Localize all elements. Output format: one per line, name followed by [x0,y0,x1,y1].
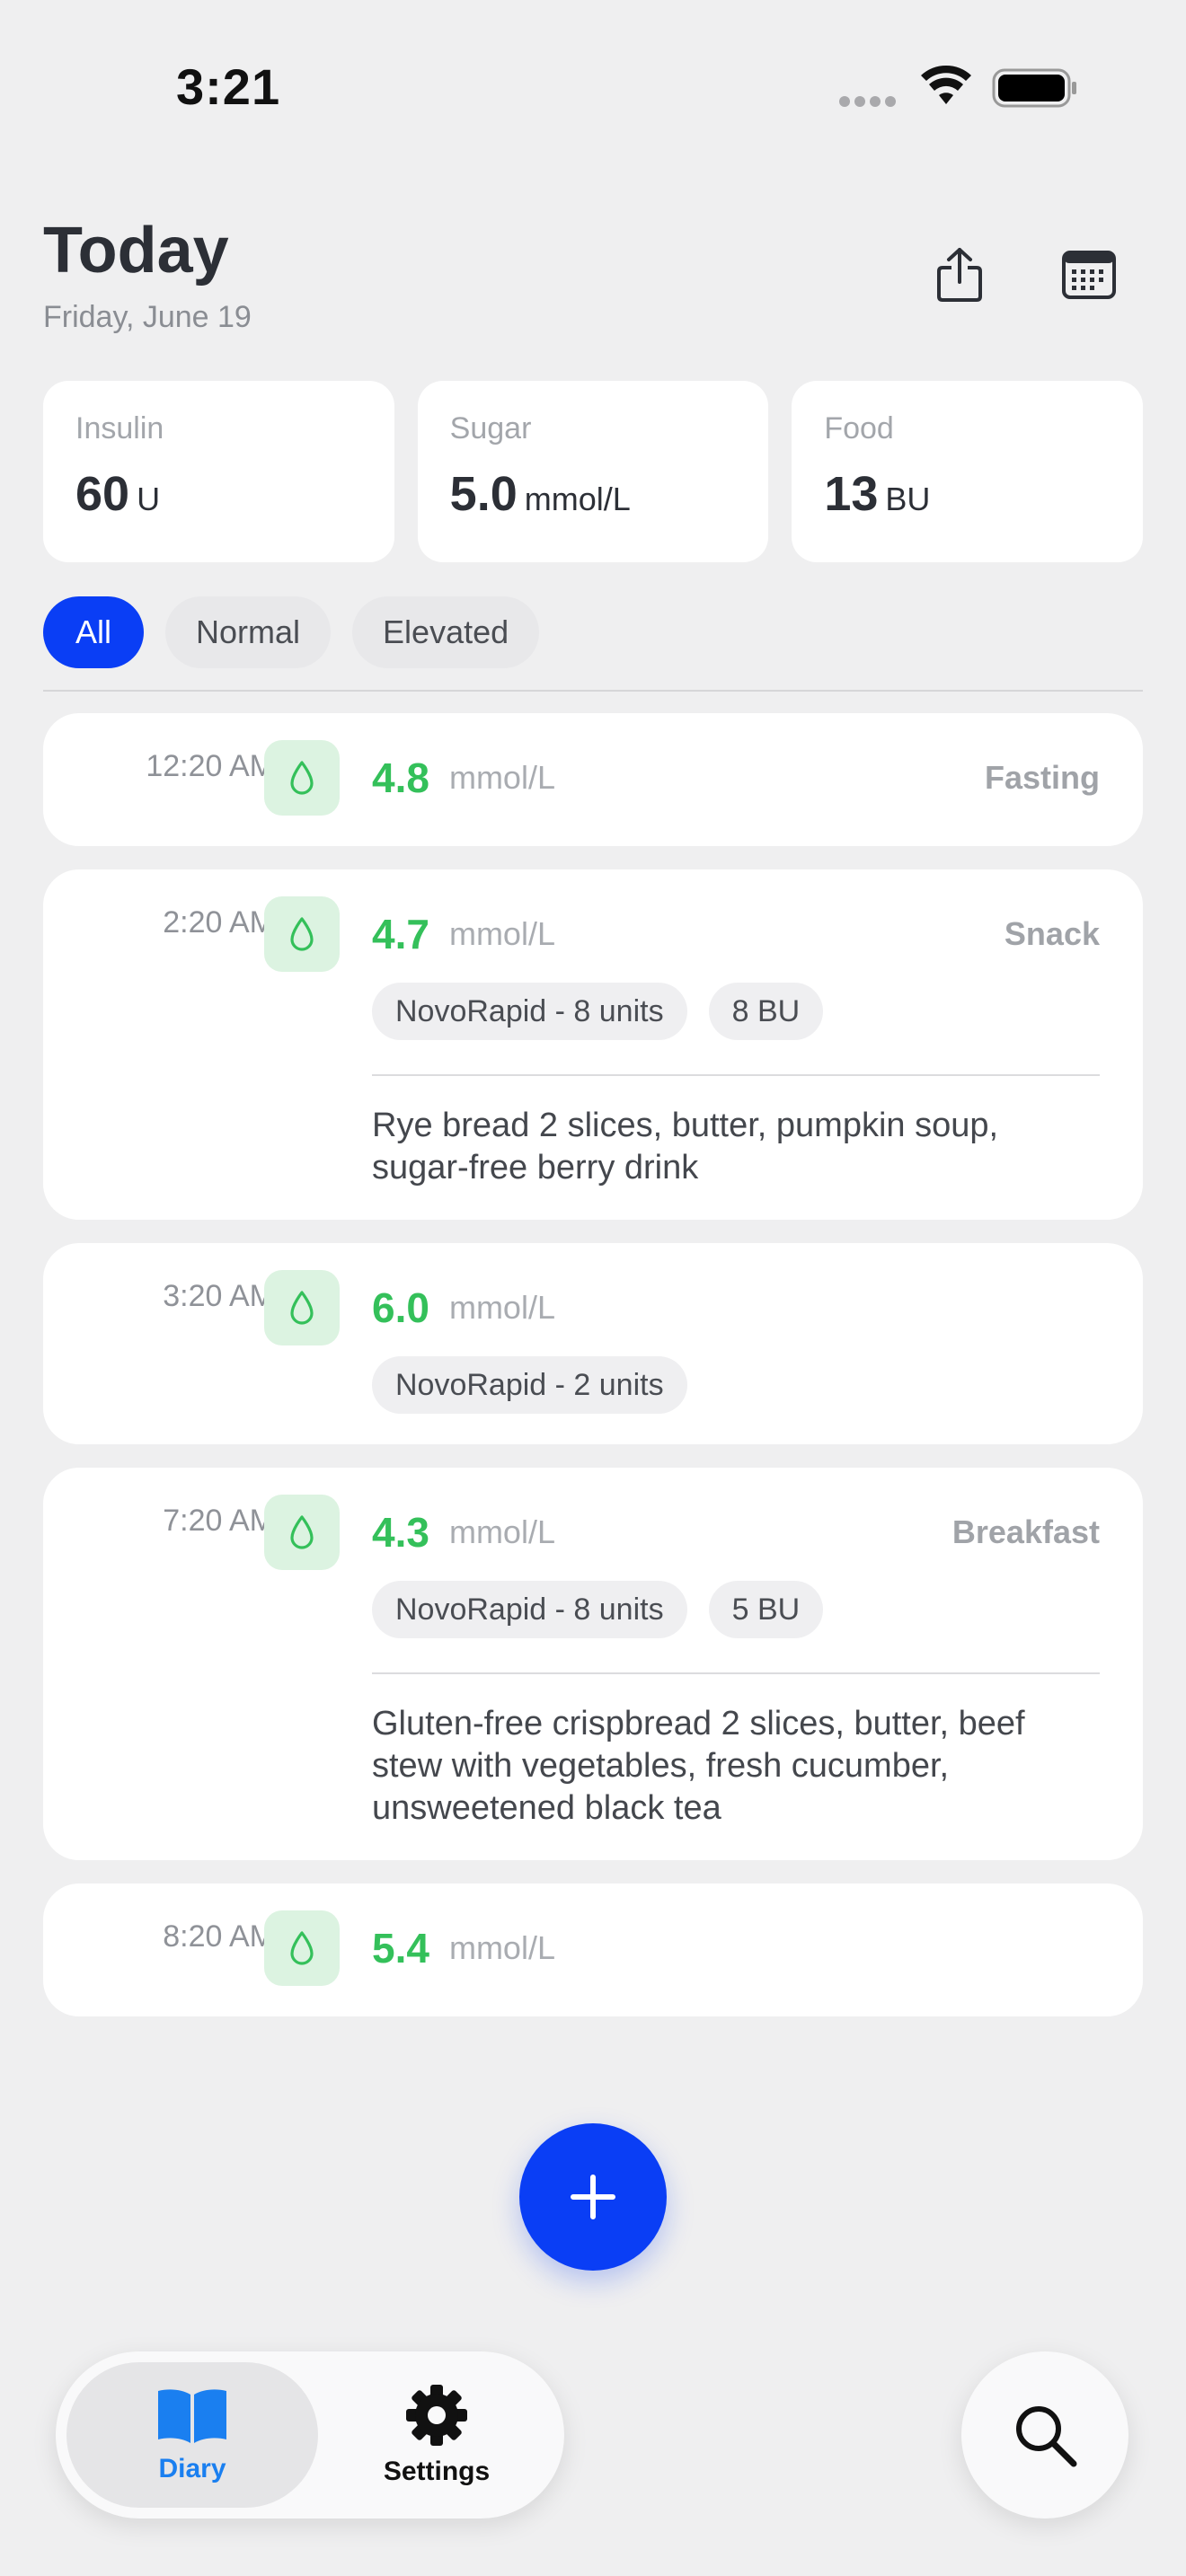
status-bar: 3:21 [0,0,1186,180]
meal-tag: Breakfast [951,1513,1100,1550]
plus-icon [571,2175,615,2219]
insulin-pill: NovoRapid - 2 units [372,1356,687,1414]
glucose-value: 4.7 [372,911,429,957]
entry-time: 12:20 AM [146,749,275,783]
tab-diary[interactable]: Diary [66,2362,318,2508]
summary-label: Sugar [449,411,532,446]
diary-entry[interactable]: 2:20 AM 4.7 mmol/L Snack NovoRapid - 8 u… [43,869,1143,1220]
food-summary-card: Food 13 BU [792,381,1144,562]
glucose-unit: mmol/L [448,1289,555,1326]
search-icon [1016,2406,1077,2467]
insulin-pill: NovoRapid - 8 units [372,983,687,1040]
search-button[interactable] [961,2351,1128,2519]
summary-unit: BU [885,481,931,517]
bread-units-pill: 8 BU [708,983,824,1040]
diary-entry[interactable]: 8:20 AM 5.4 mmol/L [43,1883,1143,2016]
cellular-signal-icon [839,95,902,107]
blood-drop-icon [264,896,340,972]
tab-label: Settings [383,2457,491,2486]
sugar-summary-card: Sugar 5.0 mmol/L [417,381,769,562]
glucose-value: 4.3 [372,1509,429,1556]
filter-chips: All Normal Elevated [43,596,540,668]
share-button[interactable] [925,241,994,309]
diary-entry[interactable]: 7:20 AM 4.3 mmol/L Breakfast NovoRapid -… [43,1468,1143,1860]
food-note: Rye bread 2 slices, butter, pumpkin soup… [372,1107,999,1187]
filter-all[interactable]: All [43,596,145,668]
entry-divider [372,1074,1100,1076]
blood-drop-icon [264,740,340,816]
meal-tag: Snack [1004,915,1100,952]
glucose-value: 6.0 [372,1284,429,1331]
diary-entry[interactable]: 12:20 AM 4.8 mmol/L Fasting [43,713,1143,846]
summary-label: Food [824,411,894,446]
glucose-unit: mmol/L [448,915,555,952]
glucose-unit: mmol/L [448,1929,555,1966]
diary-entry[interactable]: 3:20 AM 6.0 mmol/L NovoRapid - 2 units [43,1243,1143,1444]
entry-time: 3:20 AM [163,1279,275,1313]
summary-cards: Insulin 60 U Sugar 5.0 mmol/L Food 13 BU [43,381,1144,562]
entry-time: 8:20 AM [163,1919,275,1954]
summary-label: Insulin [75,411,164,446]
glucose-unit: mmol/L [448,1513,555,1550]
calendar-button[interactable] [1055,241,1123,309]
sugar-average: 5.0 [449,467,518,521]
blood-drop-icon [264,1910,340,1986]
insulin-pill: NovoRapid - 8 units [372,1581,687,1638]
wifi-icon [921,65,971,104]
page-title: Today [43,215,229,287]
blood-drop-icon [264,1270,340,1345]
tab-label: Diary [158,2454,226,2483]
filter-normal[interactable]: Normal [165,596,332,668]
tab-settings[interactable]: Settings [311,2362,562,2508]
filter-elevated[interactable]: Elevated [352,596,540,668]
summary-value: 60 U [75,466,362,522]
gear-icon [406,2385,467,2446]
summary-unit: U [137,481,161,517]
tab-bar: Diary Settings [56,2351,564,2519]
battery-icon [992,68,1076,108]
entry-divider [372,1672,1100,1674]
page-date: Friday, June 19 [43,300,252,334]
food-note: Gluten-free crispbread 2 slices, butter,… [372,1705,1025,1827]
summary-unit: mmol/L [524,481,631,517]
glucose-value: 5.4 [372,1925,429,1972]
status-time: 3:21 [176,58,281,115]
diary-entries: 12:20 AM 4.8 mmol/L Fasting 2:20 AM 4.7 … [43,713,1143,2040]
summary-value: 13 BU [824,466,1111,522]
glucose-value: 4.8 [372,754,429,801]
divider [43,690,1143,692]
entry-time: 7:20 AM [163,1504,275,1538]
meal-tag: Fasting [984,759,1100,796]
food-total: 13 [824,467,879,521]
blood-drop-icon [264,1495,340,1570]
insulin-summary-card: Insulin 60 U [43,381,394,562]
add-entry-button[interactable] [519,2123,667,2271]
glucose-unit: mmol/L [448,759,555,796]
insulin-total: 60 [75,467,130,521]
book-icon [158,2389,226,2443]
summary-value: 5.0 mmol/L [450,466,737,522]
share-icon [937,248,982,302]
calendar-icon [1062,251,1116,299]
bread-units-pill: 5 BU [708,1581,824,1638]
entry-time: 2:20 AM [163,905,275,940]
